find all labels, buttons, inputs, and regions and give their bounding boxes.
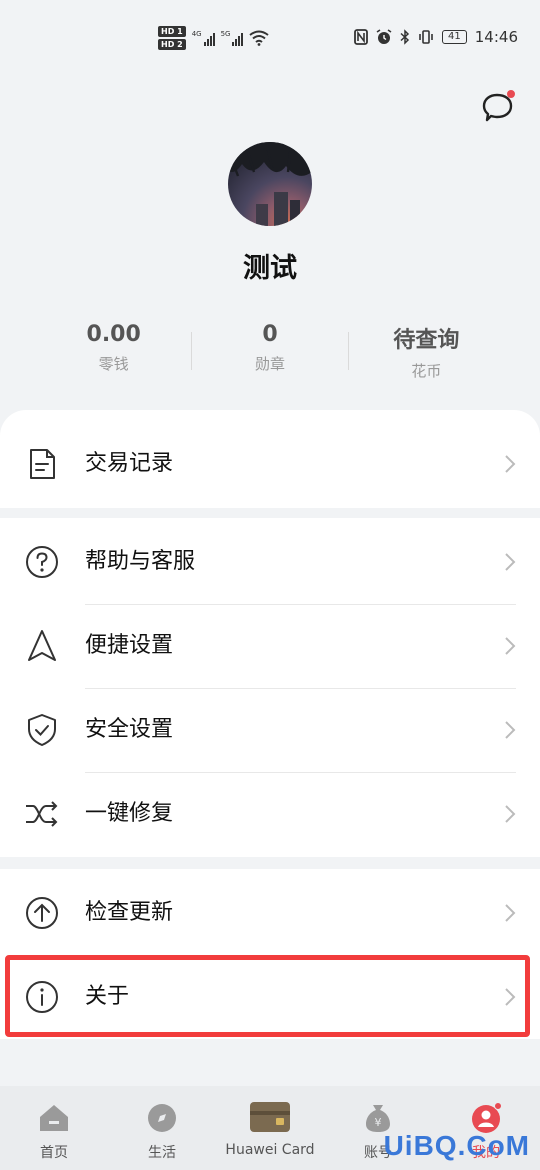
menu-item-shortcut-settings[interactable]: 便捷设置 <box>0 604 540 688</box>
status-bar: HD 1 HD 2 4G 5G 41 14:46 <box>0 0 540 80</box>
menu-item-security-settings[interactable]: 安全设置 <box>0 688 540 772</box>
tab-label: 首页 <box>40 1145 68 1161</box>
tab-life[interactable]: 生活 <box>108 1086 216 1170</box>
stat-value: 0 <box>262 322 278 347</box>
alarm-icon <box>376 29 392 44</box>
stat-coins[interactable]: 待查询 花币 <box>349 322 504 381</box>
navigation-arrow-icon <box>28 630 56 661</box>
chevron-right-icon <box>505 553 516 571</box>
document-icon <box>30 449 55 479</box>
hd-badge-1: HD 1 <box>158 26 186 37</box>
shield-icon <box>28 714 56 746</box>
chevron-right-icon <box>505 637 516 655</box>
tab-huawei-card[interactable]: Huawei Card <box>216 1086 324 1170</box>
compass-icon <box>148 1104 176 1132</box>
stats-row: 0.00 零钱 0 勋章 待查询 花币 <box>36 322 504 381</box>
signal-4g-label: 4G <box>191 30 202 38</box>
menu-card-transactions: 交易记录 <box>0 410 540 508</box>
tab-label: 生活 <box>148 1145 176 1161</box>
hd-badge-2: HD 2 <box>158 39 186 50</box>
shuffle-icon <box>26 801 58 827</box>
menu-item-label: 检查更新 <box>85 900 174 925</box>
signal-5g-icon: 5G <box>221 30 244 46</box>
chevron-right-icon <box>505 455 516 473</box>
watermark: UiBQ.CoM <box>383 1130 530 1161</box>
stat-label: 勋章 <box>254 355 285 373</box>
upload-arrow-icon <box>26 897 58 929</box>
clock-time: 14:46 <box>474 28 518 46</box>
vibrate-icon <box>419 30 433 44</box>
wallet-card-icon <box>250 1102 290 1132</box>
stat-label: 零钱 <box>98 355 129 373</box>
network-indicators: HD 1 HD 2 4G 5G <box>158 26 270 50</box>
avatar[interactable] <box>228 142 312 226</box>
menu-item-label: 便捷设置 <box>85 633 174 658</box>
stat-balance[interactable]: 0.00 零钱 <box>36 322 191 381</box>
stat-label: 花币 <box>411 362 442 380</box>
chevron-right-icon <box>505 805 516 823</box>
menu-item-label: 交易记录 <box>85 451 174 476</box>
bluetooth-icon <box>400 29 410 45</box>
menu-item-one-click-repair[interactable]: 一键修复 <box>0 772 540 856</box>
chevron-right-icon <box>505 721 516 739</box>
stat-value: 待查询 <box>393 328 460 353</box>
menu-item-help[interactable]: 帮助与客服 <box>0 520 540 604</box>
system-indicators: 41 14:46 <box>354 28 518 46</box>
menu-item-transactions[interactable]: 交易记录 <box>0 422 540 506</box>
notification-dot <box>507 90 515 98</box>
stat-medals[interactable]: 0 勋章 <box>192 322 347 381</box>
highlight-box <box>5 955 530 1037</box>
hd-badges: HD 1 HD 2 <box>158 26 186 50</box>
nfc-icon <box>354 29 368 45</box>
home-icon <box>40 1105 68 1131</box>
signal-5g-label: 5G <box>220 30 231 38</box>
menu-card-settings: 帮助与客服 便捷设置 安全设置 一键修复 <box>0 518 540 857</box>
tab-label: Huawei Card <box>225 1142 315 1158</box>
menu-item-label: 帮助与客服 <box>85 549 196 574</box>
wifi-icon <box>249 30 270 46</box>
menu-item-label: 安全设置 <box>85 717 174 742</box>
battery-icon: 41 <box>442 30 467 44</box>
stat-value: 0.00 <box>86 322 141 347</box>
menu-item-label: 一键修复 <box>85 801 174 826</box>
svg-text:¥: ¥ <box>375 1116 382 1129</box>
help-icon <box>26 546 58 578</box>
tab-home[interactable]: 首页 <box>0 1086 108 1170</box>
user-name: 测试 <box>243 253 297 284</box>
chevron-right-icon <box>505 904 516 922</box>
message-icon[interactable] <box>480 90 516 126</box>
menu-item-check-update[interactable]: 检查更新 <box>0 871 540 955</box>
signal-4g-icon: 4G <box>192 30 215 46</box>
avatar-photo <box>228 142 312 226</box>
